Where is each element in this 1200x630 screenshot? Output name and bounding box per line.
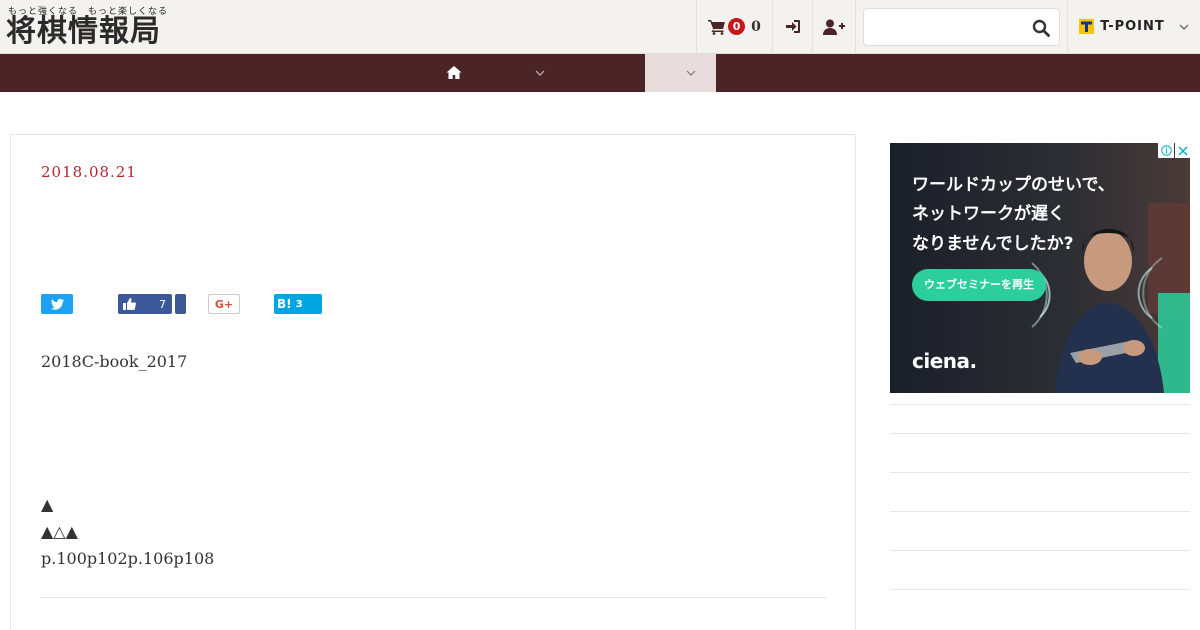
- sidebar-divider: [890, 589, 1190, 590]
- googleplus-label: G+: [214, 297, 234, 311]
- hatena-count: 3: [295, 298, 303, 310]
- cart-total: 0: [751, 18, 761, 35]
- cart-count-badge: 0: [728, 18, 746, 35]
- user-plus-icon: [823, 19, 845, 35]
- tpoint-mark-icon: [1079, 19, 1095, 34]
- ad-cta-button[interactable]: ウェブセミナーを再生: [912, 269, 1046, 301]
- post-date: 2018.08.21: [41, 163, 137, 181]
- body-line-pages: p.100p102p.106p108: [41, 549, 215, 568]
- main-nav: [0, 54, 1200, 92]
- thumbs-up-icon: [123, 298, 136, 310]
- body-line-triangle: ▲: [41, 495, 54, 514]
- search-icon[interactable]: [1032, 19, 1050, 37]
- search-box: [863, 7, 1060, 46]
- ad-headline-line-3: なりませんでしたか?: [912, 234, 1074, 254]
- googleplus-share-button[interactable]: G+: [208, 294, 240, 314]
- sidebar-divider: [890, 511, 1190, 512]
- chevron-down-icon: [1179, 24, 1189, 30]
- ad-brand-logo: ciena.: [912, 349, 977, 373]
- article-panel: 2018.08.21 7 G+ B! 3 2018C-book_2017 ▲ ▲…: [10, 134, 856, 630]
- sidebar-divider: [890, 433, 1190, 434]
- search-input[interactable]: [864, 8, 1024, 45]
- chevron-down-icon[interactable]: [535, 70, 545, 76]
- info-icon: [1160, 145, 1172, 156]
- ad-info-button[interactable]: [1158, 143, 1174, 158]
- logo-title: 将棋情報局: [6, 14, 161, 49]
- sidebar-divider: [890, 404, 1190, 405]
- divider: [41, 597, 826, 598]
- tpoint-menu[interactable]: T-POINT: [1067, 0, 1200, 53]
- hatena-label: B!: [277, 297, 292, 311]
- tpoint-logo: T-POINT: [1079, 19, 1189, 34]
- cart-button[interactable]: 0 0: [696, 0, 772, 53]
- sign-in-icon: [785, 20, 800, 33]
- facebook-share-button[interactable]: [175, 294, 186, 314]
- sidebar-ad[interactable]: ワールドカップのせいで、 ネットワークが遅く なりませんでしたか? ウェブセミナ…: [890, 143, 1190, 393]
- body-line-triangles: ▲△▲: [41, 522, 78, 541]
- twitter-share-button[interactable]: [41, 294, 73, 314]
- attachment-filename: 2018C-book_2017: [41, 352, 188, 371]
- chevron-down-icon[interactable]: [686, 70, 696, 76]
- twitter-icon: [50, 298, 64, 310]
- home-icon[interactable]: [446, 65, 462, 80]
- register-button[interactable]: [812, 0, 855, 53]
- nav-item-active[interactable]: [645, 54, 716, 92]
- facebook-like-button[interactable]: 7: [118, 294, 172, 314]
- cart-icon: [708, 19, 726, 35]
- login-button[interactable]: [772, 0, 812, 53]
- site-header: もっと強くなる もっと楽しくなる 将棋情報局 0 0 T-POINT: [0, 0, 1200, 54]
- tpoint-label: T-POINT: [1100, 19, 1165, 34]
- sidebar-divider: [890, 550, 1190, 551]
- site-logo[interactable]: もっと強くなる もっと楽しくなる 将棋情報局: [6, 4, 186, 48]
- facebook-like-count: 7: [159, 297, 166, 311]
- ad-headline-line-2: ネットワークが遅く: [912, 204, 1065, 224]
- ad-headline-line-1: ワールドカップのせいで、: [912, 175, 1115, 195]
- search-area: [855, 0, 1067, 53]
- sidebar-divider: [890, 472, 1190, 473]
- hatena-bookmark-button[interactable]: B! 3: [274, 294, 322, 314]
- close-icon: [1177, 145, 1188, 156]
- ad-close-button[interactable]: [1175, 143, 1190, 158]
